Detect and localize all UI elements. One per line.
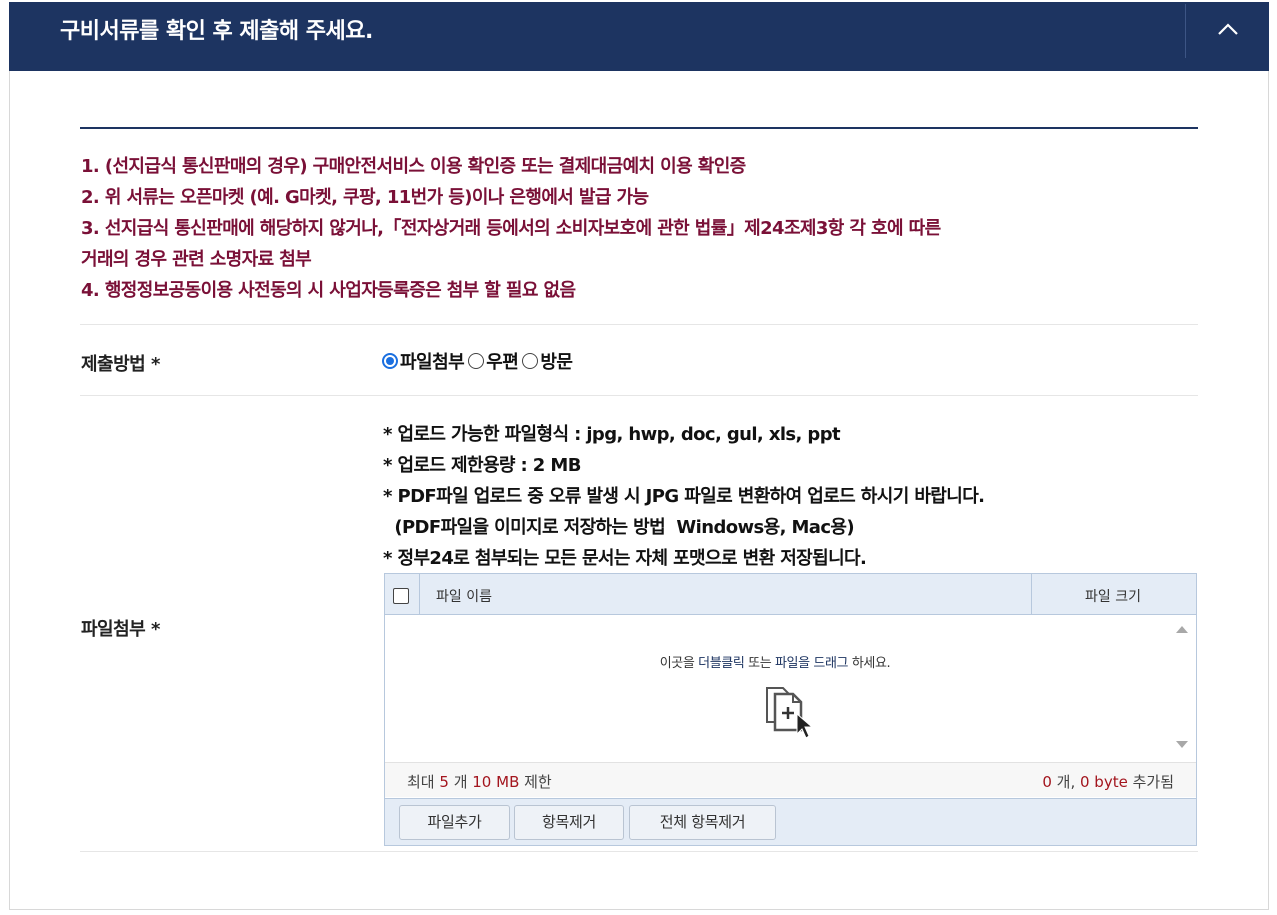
- column-divider: [1031, 574, 1032, 615]
- guide-line: * 업로드 제한용량 : 2 MB: [383, 455, 581, 476]
- added-files-text: 0 개, 0 byte 추가됨: [1042, 771, 1174, 792]
- drop-hint-text: 하세요.: [848, 656, 891, 671]
- radio-checked-icon[interactable]: [382, 353, 398, 369]
- status-text: 개,: [1051, 773, 1080, 791]
- added-file-count: 0: [1042, 773, 1052, 791]
- chevron-up-icon: [1218, 23, 1238, 35]
- uploader-status-bar: 최대 5 개 10 MB 제한 0 개, 0 byte 추가됨: [385, 762, 1196, 797]
- add-file-button[interactable]: 파일추가: [399, 805, 510, 840]
- submit-method-radio-group: 파일첨부 우편 방문: [382, 348, 577, 374]
- file-uploader: 파일 이름 파일 크기 이곳을 더블클릭 또는 파일을 드래그 하세요. 최대 …: [384, 573, 1197, 846]
- drop-hint-text: 또는: [744, 656, 775, 671]
- guide-line: * 업로드 가능한 파일형식 : jpg, hwp, doc, gul, xls…: [383, 424, 841, 445]
- row-divider: [80, 395, 1198, 396]
- status-text: 개: [448, 773, 473, 791]
- add-file-icon: [766, 687, 814, 739]
- radio-unchecked-icon[interactable]: [522, 353, 539, 369]
- status-text: 최대: [407, 773, 440, 791]
- select-all-checkbox[interactable]: [393, 588, 409, 604]
- drop-hint-doubleclick: 더블클릭: [698, 656, 745, 671]
- drop-hint-drag: 파일을 드래그: [775, 656, 849, 671]
- section-top-rule: [80, 127, 1198, 129]
- max-file-size: 10 MB: [472, 773, 520, 791]
- scroll-down-icon[interactable]: [1175, 740, 1189, 750]
- row-divider: [80, 851, 1198, 852]
- column-divider: [419, 574, 420, 615]
- submit-method-label: 제출방법 *: [81, 354, 160, 375]
- notice-line: 1. (선지급식 통신판매의 경우) 구매안전서비스 이용 확인증 또는 결제대…: [81, 156, 746, 177]
- status-text: 제한: [519, 773, 552, 791]
- guide-line: (PDF파일을 이미지로 저장하는 방법 Windows용, Mac용): [383, 517, 855, 538]
- upload-guide: * 업로드 가능한 파일형식 : jpg, hwp, doc, gul, xls…: [383, 419, 985, 574]
- panel-title: 구비서류를 확인 후 제출해 주세요.: [60, 19, 373, 44]
- drop-hint-text: 이곳을: [659, 656, 699, 671]
- added-file-bytes: 0 byte: [1080, 773, 1128, 791]
- header-divider: [1185, 4, 1186, 58]
- row-divider: [80, 324, 1198, 325]
- upload-limit-text: 최대 5 개 10 MB 제한: [407, 771, 552, 792]
- notice-line: 거래의 경우 관련 소명자료 첨부: [81, 249, 312, 270]
- max-file-count: 5: [439, 773, 449, 791]
- radio-label: 방문: [540, 352, 573, 373]
- uploader-actions: 파일추가 항목제거 전체 항목제거: [385, 798, 1196, 845]
- notice-line: 4. 행정정보공동이용 사전동의 시 사업자등록증은 첨부 할 필요 없음: [81, 280, 576, 301]
- guide-line: * PDF파일 업로드 중 오류 발생 시 JPG 파일로 변환하여 업로드 하…: [383, 486, 985, 507]
- scroll-up-icon[interactable]: [1175, 624, 1189, 634]
- radio-file-attach[interactable]: 파일첨부: [382, 348, 465, 374]
- column-file-size[interactable]: 파일 크기: [1085, 586, 1141, 606]
- panel-header: 구비서류를 확인 후 제출해 주세요.: [9, 2, 1269, 71]
- guide-line: * 정부24로 첨부되는 모든 문서는 자체 포맷으로 변환 저장됩니다.: [383, 548, 867, 569]
- notice-list: 1. (선지급식 통신판매의 경우) 구매안전서비스 이용 확인증 또는 결제대…: [81, 151, 1191, 306]
- uploader-header: 파일 이름 파일 크기: [385, 574, 1196, 615]
- file-drop-zone[interactable]: 이곳을 더블클릭 또는 파일을 드래그 하세요.: [385, 616, 1196, 762]
- attachment-label: 파일첨부 *: [81, 619, 160, 640]
- radio-visit[interactable]: 방문: [522, 348, 573, 374]
- radio-label: 파일첨부: [400, 352, 465, 373]
- collapse-button[interactable]: [1203, 12, 1253, 48]
- drop-hint: 이곳을 더블클릭 또는 파일을 드래그 하세요.: [385, 652, 1165, 671]
- column-file-name[interactable]: 파일 이름: [436, 586, 492, 606]
- remove-all-button[interactable]: 전체 항목제거: [629, 805, 776, 840]
- remove-item-button[interactable]: 항목제거: [514, 805, 624, 840]
- radio-mail[interactable]: 우편: [468, 348, 519, 374]
- radio-unchecked-icon[interactable]: [468, 353, 485, 369]
- notice-line: 3. 선지급식 통신판매에 해당하지 않거나,「전자상거래 등에서의 소비자보호…: [81, 218, 941, 239]
- radio-label: 우편: [486, 352, 519, 373]
- status-text: 추가됨: [1127, 773, 1174, 791]
- notice-line: 2. 위 서류는 오픈마켓 (예. G마켓, 쿠팡, 11번가 등)이나 은행에…: [81, 187, 649, 208]
